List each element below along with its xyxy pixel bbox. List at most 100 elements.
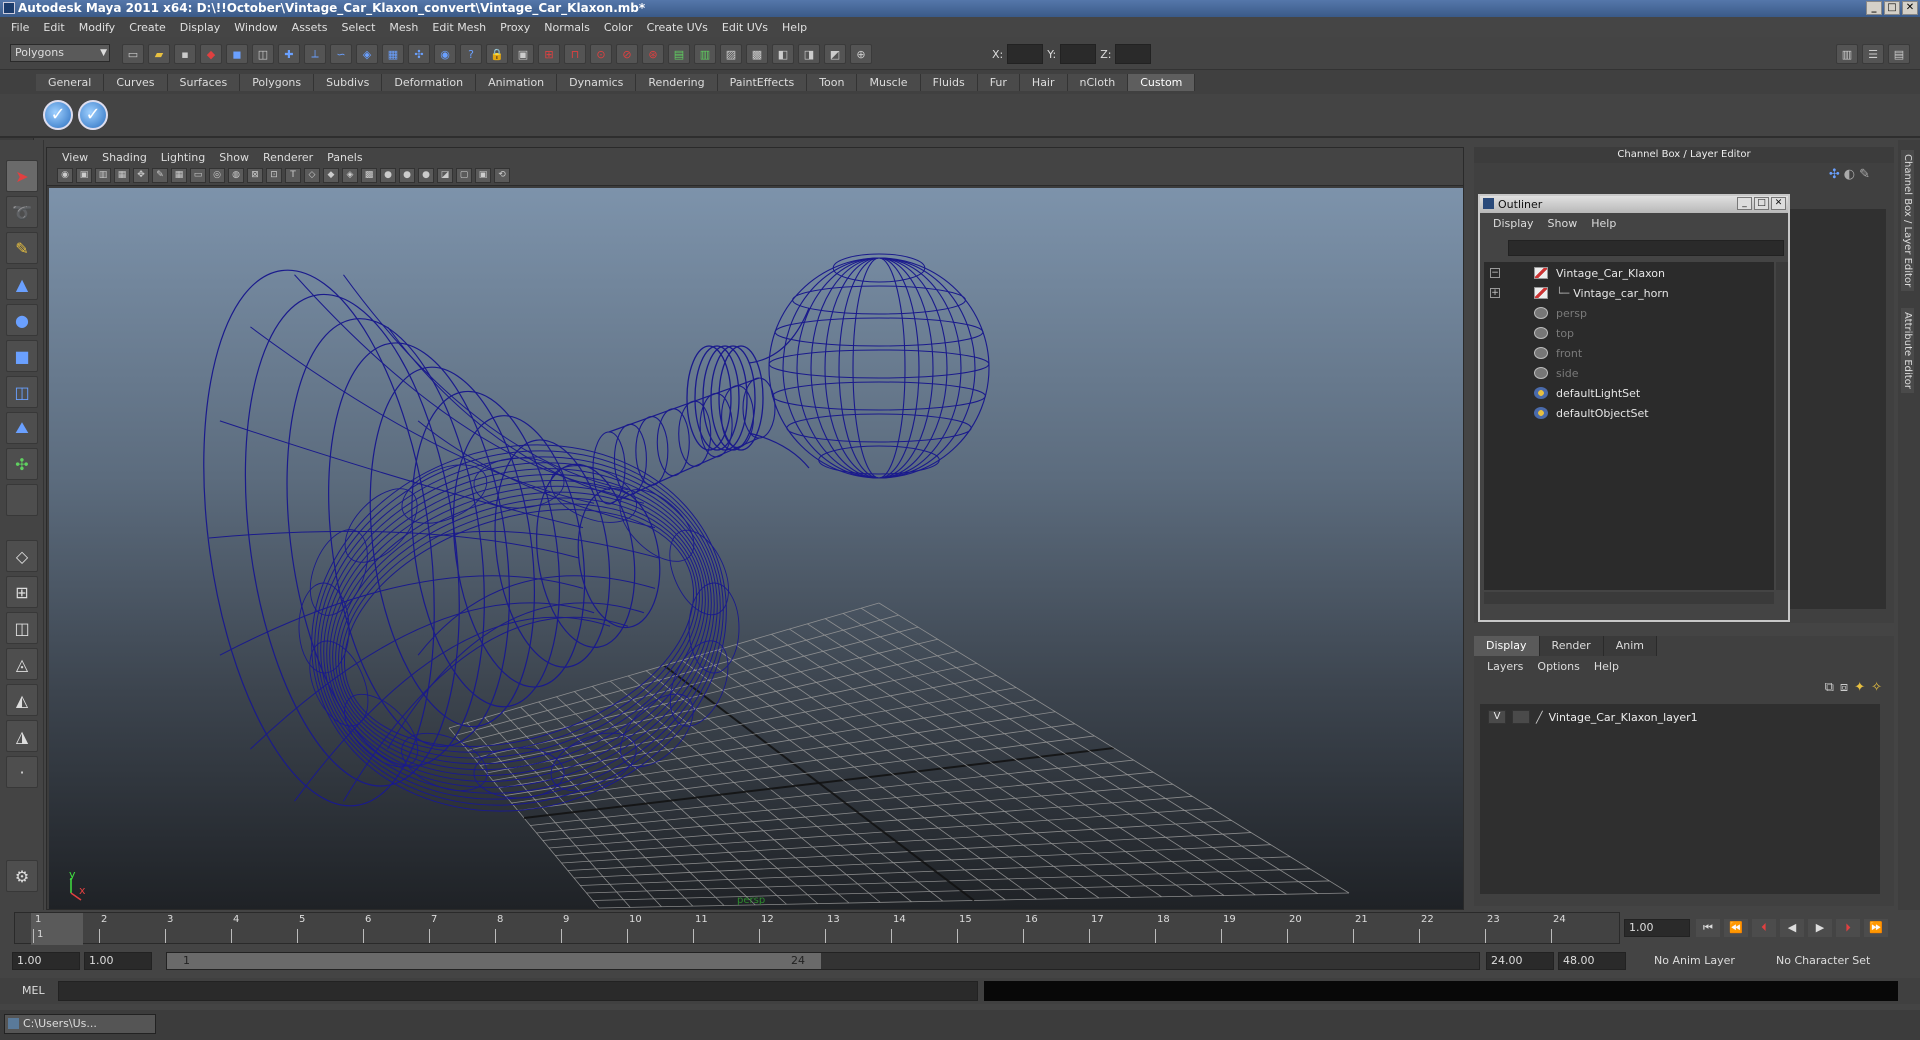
command-language-label[interactable]: MEL (22, 984, 45, 997)
play-backwards-icon[interactable]: ◀ (1780, 919, 1804, 937)
two-d-pan-icon[interactable]: ✥ (133, 168, 149, 183)
shelf-tab-rendering[interactable]: Rendering (636, 74, 718, 91)
shelf-tab-polygons[interactable]: Polygons (240, 74, 315, 91)
layer-menu-help[interactable]: Help (1587, 660, 1626, 673)
layer-color-icon[interactable]: ╱ (1536, 711, 1543, 724)
menu-color[interactable]: Color (597, 21, 640, 34)
shelf-tab-muscle[interactable]: Muscle (857, 74, 921, 91)
xray-joints-icon[interactable]: ▣ (475, 168, 491, 183)
shelf-tab-animation[interactable]: Animation (476, 74, 558, 91)
viewport-menu-show[interactable]: Show (212, 151, 256, 164)
outliner-item[interactable]: defaultLightSet (1534, 384, 1640, 402)
attribute-editor-side-tab[interactable]: Attribute Editor (1901, 308, 1914, 393)
render-current-frame-icon[interactable]: ◧ (772, 44, 794, 64)
rotate-tool-icon[interactable]: ● (6, 304, 38, 336)
attribute-editor-icon[interactable]: ✎ (1859, 167, 1870, 182)
select-surfaces-icon[interactable]: ◈ (356, 44, 378, 64)
menu-help[interactable]: Help (775, 21, 814, 34)
move-layer-down-icon[interactable]: ⧈ (1840, 680, 1848, 695)
menu-display[interactable]: Display (173, 21, 228, 34)
menu-edit[interactable]: Edit (36, 21, 71, 34)
make-live-icon[interactable]: ⊛ (642, 44, 664, 64)
viewport-menu-renderer[interactable]: Renderer (256, 151, 320, 164)
anim-layer-dropdown[interactable]: No Anim Layer (1650, 952, 1768, 970)
shelf-tab-dynamics[interactable]: Dynamics (557, 74, 637, 91)
layer-visibility-toggle[interactable]: V (1488, 710, 1506, 724)
channel-box-icon[interactable]: ✣ (1829, 167, 1840, 182)
show-manipulator-icon[interactable]: ✣ (6, 448, 38, 480)
construction-history-icon[interactable]: ▨ (720, 44, 742, 64)
menu-assets[interactable]: Assets (285, 21, 335, 34)
viewport-menu-panels[interactable]: Panels (320, 151, 369, 164)
snap-curve-icon[interactable]: ⊓ (564, 44, 586, 64)
outliner-item[interactable]: top (1534, 324, 1574, 342)
collapse-icon[interactable]: − (1490, 268, 1500, 278)
backface-culling-icon[interactable]: ⟲ (494, 168, 510, 183)
shelf-tab-curves[interactable]: Curves (104, 74, 168, 91)
use-all-lights-icon[interactable]: ● (380, 168, 396, 183)
select-dynamics-icon[interactable]: ✣ (408, 44, 430, 64)
single-perspective-layout-icon[interactable]: ◇ (6, 540, 38, 572)
render-settings-icon[interactable]: ◩ (824, 44, 846, 64)
select-tool-icon[interactable]: ➤ (6, 160, 38, 192)
smooth-shade-icon[interactable]: ◆ (323, 168, 339, 183)
scale-tool-icon[interactable]: ■ (6, 340, 38, 372)
persp-outliner-layout-icon[interactable]: ◫ (6, 612, 38, 644)
outliner-close-button[interactable]: ✕ (1771, 197, 1786, 210)
safe-title-icon[interactable]: T (285, 168, 301, 183)
shaded-wireframe-icon[interactable]: ◈ (342, 168, 358, 183)
command-input[interactable] (58, 981, 978, 1001)
animation-end-field[interactable]: 48.00 (1558, 952, 1626, 970)
outliner-filter-input[interactable] (1508, 240, 1784, 256)
layer-menu-layers[interactable]: Layers (1480, 660, 1530, 673)
hypershade-layout-icon[interactable]: ◭ (6, 684, 38, 716)
bookmarks-icon[interactable]: ▥ (95, 168, 111, 183)
grease-pencil-icon[interactable]: ✎ (152, 168, 168, 183)
lock-selection-icon[interactable]: 🔒 (486, 44, 508, 64)
snap-view-plane-icon[interactable]: ⊘ (616, 44, 638, 64)
select-rendering-icon[interactable]: ◉ (434, 44, 456, 64)
shelf-tab-custom[interactable]: Custom (1128, 74, 1196, 91)
playback-end-field[interactable]: 24.00 (1486, 952, 1554, 970)
input-ops-icon[interactable]: ▤ (668, 44, 690, 64)
default-light-icon[interactable]: ● (418, 168, 434, 183)
select-joints-icon[interactable]: ⟂ (304, 44, 326, 64)
camera-attributes-icon[interactable]: ▣ (76, 168, 92, 183)
field-chart-icon[interactable]: ⊠ (247, 168, 263, 183)
menu-select[interactable]: Select (334, 21, 382, 34)
outliner-item[interactable]: └─ Vintage_car_horn (1534, 284, 1669, 302)
universal-manipulator-icon[interactable]: ◫ (6, 376, 38, 408)
shelf-tab-fur[interactable]: Fur (977, 74, 1020, 91)
x-input[interactable] (1007, 44, 1044, 64)
last-tool-icon[interactable] (6, 484, 38, 516)
persp-graph-layout-icon[interactable]: ◬ (6, 648, 38, 680)
perspective-viewport[interactable]: y x persp (49, 188, 1463, 909)
check-circle-icon-2[interactable]: ✓ (78, 100, 108, 130)
minimize-button[interactable]: _ (1866, 1, 1882, 15)
new-layer-selected-icon[interactable]: ✧ (1871, 680, 1882, 695)
minimized-window[interactable]: C:\Users\Us... (4, 1014, 156, 1034)
close-button[interactable]: ✕ (1902, 1, 1918, 15)
select-by-object-icon[interactable]: ◼ (226, 44, 248, 64)
xray-icon[interactable]: ▢ (456, 168, 472, 183)
menu-mesh[interactable]: Mesh (382, 21, 425, 34)
step-back-frame-icon[interactable]: ⏴ (1752, 919, 1776, 937)
outliner-maximize-button[interactable]: □ (1754, 197, 1769, 210)
shelf-tab-ncloth[interactable]: nCloth (1067, 74, 1129, 91)
shelf-tab-deformation[interactable]: Deformation (382, 74, 477, 91)
shelf-tab-painteffects[interactable]: PaintEffects (717, 74, 808, 91)
outliner-vertical-scrollbar[interactable] (1776, 262, 1788, 590)
play-forwards-icon[interactable]: ▶ (1808, 919, 1832, 937)
layer-menu-options[interactable]: Options (1530, 660, 1586, 673)
shelf-tab-surfaces[interactable]: Surfaces (167, 74, 241, 91)
channel-box-side-tab[interactable]: Channel Box / Layer Editor (1901, 150, 1914, 292)
character-set-dropdown[interactable]: No Character Set (1772, 952, 1896, 970)
select-by-hierarchy-icon[interactable]: ◆ (200, 44, 222, 64)
snap-grid-icon[interactable]: ⊞ (538, 44, 560, 64)
grid-toggle-icon[interactable]: ▦ (171, 168, 187, 183)
step-back-key-icon[interactable]: ⏪ (1724, 919, 1748, 937)
range-slider-thumb[interactable] (167, 953, 821, 969)
render-view-icon[interactable]: ▩ (746, 44, 768, 64)
new-empty-layer-icon[interactable]: ✦ (1854, 680, 1865, 695)
menu-create-uvs[interactable]: Create UVs (640, 21, 715, 34)
